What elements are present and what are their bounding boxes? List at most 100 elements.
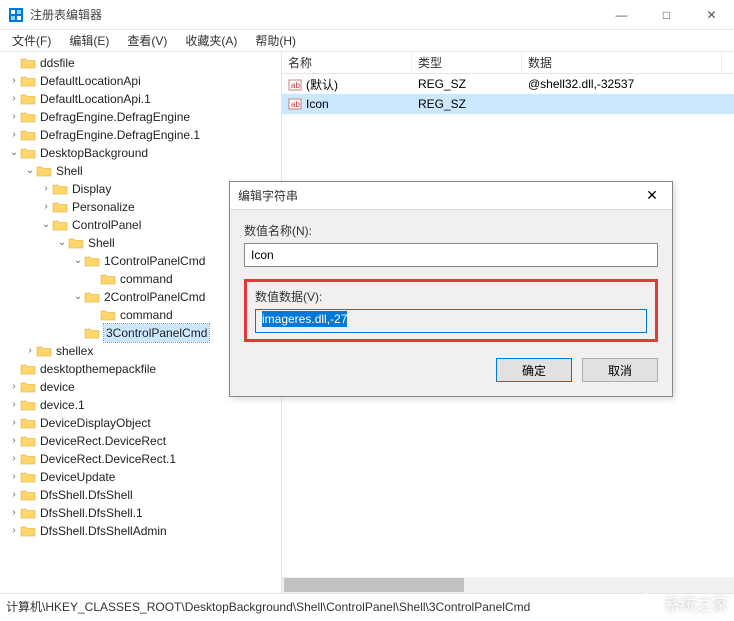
tree-item-label: 1ControlPanelCmd xyxy=(104,252,205,270)
menu-item[interactable]: 帮助(H) xyxy=(247,30,304,51)
chevron-right-icon[interactable]: › xyxy=(8,414,20,432)
column-header[interactable]: 类型 xyxy=(412,52,522,73)
chevron-right-icon[interactable]: › xyxy=(8,396,20,414)
folder-icon xyxy=(20,470,36,484)
dialog-title-bar[interactable]: 编辑字符串 ✕ xyxy=(230,182,672,210)
folder-icon xyxy=(52,218,68,232)
tree-item-label: DfsShell.DfsShellAdmin xyxy=(40,522,167,540)
tree-item-label: 3ControlPanelCmd xyxy=(104,324,209,342)
folder-icon xyxy=(84,326,100,340)
folder-icon xyxy=(20,128,36,142)
chevron-right-icon[interactable]: › xyxy=(8,72,20,90)
tree-item[interactable]: ›DfsShell.DfsShell.1 xyxy=(0,504,281,522)
folder-icon xyxy=(20,398,36,412)
tree-item-label: ddsfile xyxy=(40,54,75,72)
tree-item[interactable]: ›DeviceDisplayObject xyxy=(0,414,281,432)
value-data: @shell32.dll,-32537 xyxy=(522,77,722,91)
tree-item[interactable]: ›DefragEngine.DefragEngine xyxy=(0,108,281,126)
tree-item-label: command xyxy=(120,270,173,288)
tree-item[interactable]: › DfsShell.DfsShell xyxy=(0,486,281,504)
list-row[interactable]: (默认)REG_SZ@shell32.dll,-32537 xyxy=(282,74,734,94)
folder-icon xyxy=(20,452,36,466)
chevron-right-icon[interactable]: › xyxy=(8,378,20,396)
dialog-title: 编辑字符串 xyxy=(238,187,640,204)
tree-item[interactable]: ddsfile xyxy=(0,54,281,72)
chevron-right-icon[interactable]: › xyxy=(8,522,20,540)
value-name-input[interactable] xyxy=(244,243,658,267)
chevron-right-icon[interactable]: › xyxy=(8,126,20,144)
folder-icon xyxy=(84,254,100,268)
tree-item-label: DfsShell.DfsShell xyxy=(40,486,133,504)
chevron-down-icon[interactable]: ⌄ xyxy=(72,252,84,270)
tree-item[interactable]: › DefragEngine.DefragEngine.1 xyxy=(0,126,281,144)
tree-item-label: DefragEngine.DefragEngine.1 xyxy=(40,126,200,144)
tree-item[interactable]: › DefaultLocationApi xyxy=(0,72,281,90)
ok-button[interactable]: 确定 xyxy=(496,358,572,382)
chevron-right-icon[interactable]: › xyxy=(8,450,20,468)
list-header: 名称类型数据 xyxy=(282,52,734,74)
menu-item[interactable]: 编辑(E) xyxy=(61,30,117,51)
folder-icon xyxy=(84,290,100,304)
folder-icon xyxy=(20,110,36,124)
chevron-right-icon[interactable]: › xyxy=(8,486,20,504)
tree-item-label: DefaultLocationApi.1 xyxy=(40,90,151,108)
tree-item[interactable]: ›DeviceUpdate xyxy=(0,468,281,486)
tree-item[interactable]: › DefaultLocationApi.1 xyxy=(0,90,281,108)
folder-icon xyxy=(36,344,52,358)
regedit-app-icon xyxy=(8,7,24,23)
edit-string-dialog: 编辑字符串 ✕ 数值名称(N): 数值数据(V): imageres.dll,-… xyxy=(229,181,673,397)
value-type: REG_SZ xyxy=(412,97,522,111)
tree-item-label: desktopthemepackfile xyxy=(40,360,156,378)
chevron-right-icon[interactable]: › xyxy=(8,468,20,486)
tree-item[interactable]: ›DeviceRect.DeviceRect xyxy=(0,432,281,450)
folder-icon xyxy=(20,488,36,502)
column-header[interactable]: 数据 xyxy=(522,52,722,73)
maximize-button[interactable]: □ xyxy=(644,0,689,30)
list-row[interactable]: IconREG_SZ xyxy=(282,94,734,114)
chevron-down-icon[interactable]: ⌄ xyxy=(8,144,20,162)
chevron-down-icon[interactable]: ⌄ xyxy=(24,162,36,180)
value-data-label: 数值数据(V): xyxy=(255,288,647,305)
chevron-right-icon[interactable]: › xyxy=(8,504,20,522)
menu-item[interactable]: 文件(F) xyxy=(4,30,59,51)
chevron-right-icon[interactable]: › xyxy=(40,180,52,198)
chevron-right-icon[interactable]: › xyxy=(40,198,52,216)
chevron-down-icon[interactable]: ⌄ xyxy=(40,216,52,234)
folder-icon xyxy=(100,272,116,286)
chevron-right-icon[interactable]: › xyxy=(8,90,20,108)
chevron-right-icon[interactable]: › xyxy=(24,342,36,360)
chevron-right-icon[interactable]: › xyxy=(8,108,20,126)
reg-string-icon xyxy=(288,97,302,111)
chevron-right-icon[interactable]: › xyxy=(8,432,20,450)
horizontal-scrollbar[interactable] xyxy=(282,577,734,593)
folder-icon xyxy=(20,362,36,376)
tree-item[interactable]: › DeviceRect.DeviceRect.1 xyxy=(0,450,281,468)
tree-item[interactable]: ›device.1 xyxy=(0,396,281,414)
chevron-down-icon[interactable]: ⌄ xyxy=(56,234,68,252)
column-header[interactable]: 名称 xyxy=(282,52,412,73)
chevron-down-icon[interactable]: ⌄ xyxy=(72,288,84,306)
cancel-button[interactable]: 取消 xyxy=(582,358,658,382)
title-bar: 注册表编辑器 — □ ✕ xyxy=(0,0,734,30)
tree-item-label: DefaultLocationApi xyxy=(40,72,141,90)
close-button[interactable]: ✕ xyxy=(689,0,734,30)
menu-item[interactable]: 收藏夹(A) xyxy=(177,30,245,51)
value-data-input[interactable]: imageres.dll,-27 xyxy=(255,309,647,333)
tree-item-label: command xyxy=(120,306,173,324)
value-name-label: 数值名称(N): xyxy=(244,222,658,239)
folder-icon xyxy=(20,416,36,430)
dialog-close-button[interactable]: ✕ xyxy=(640,187,664,204)
tree-item[interactable]: ⌄ Shell xyxy=(0,162,281,180)
tree-item[interactable]: › DfsShell.DfsShellAdmin xyxy=(0,522,281,540)
folder-icon xyxy=(52,200,68,214)
scrollbar-thumb[interactable] xyxy=(284,578,464,592)
folder-icon xyxy=(36,164,52,178)
tree-item[interactable]: ⌄DesktopBackground xyxy=(0,144,281,162)
window-title: 注册表编辑器 xyxy=(30,6,599,23)
folder-icon xyxy=(20,146,36,160)
menu-item[interactable]: 查看(V) xyxy=(119,30,175,51)
tree-item-label: Shell xyxy=(56,162,83,180)
minimize-button[interactable]: — xyxy=(599,0,644,30)
folder-icon xyxy=(68,236,84,250)
tree-item-label: DeviceRect.DeviceRect.1 xyxy=(40,450,176,468)
